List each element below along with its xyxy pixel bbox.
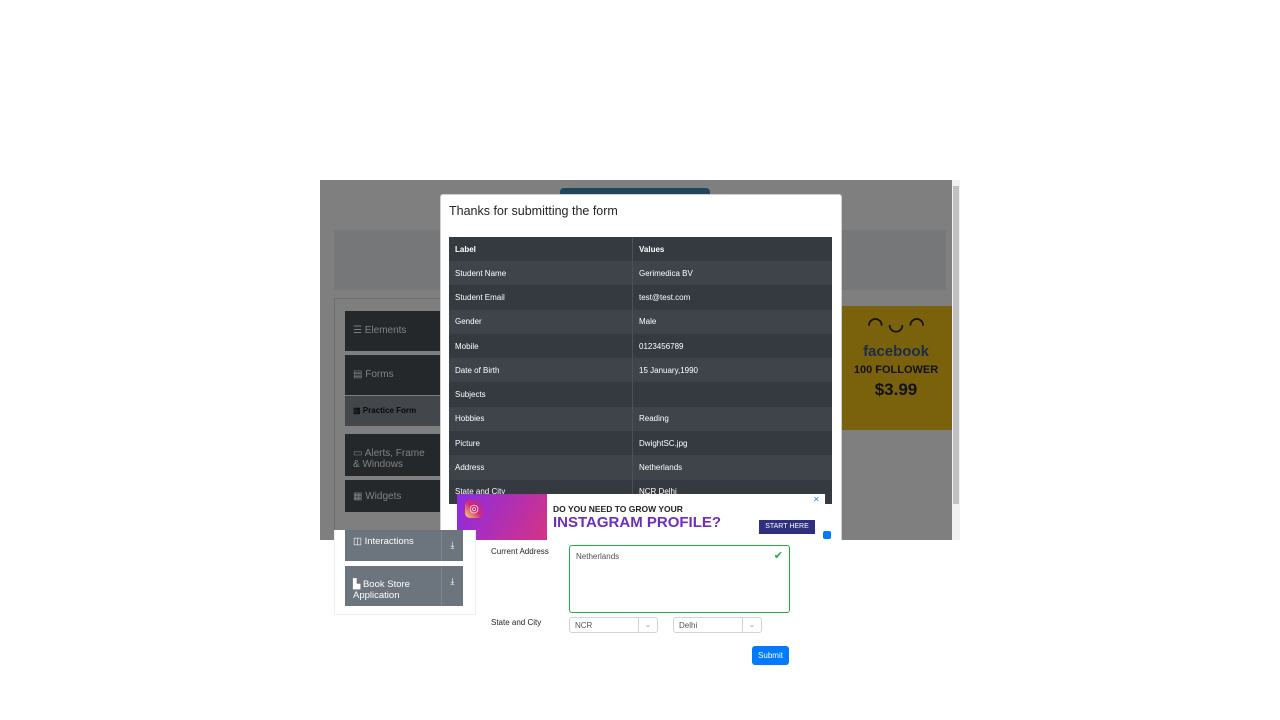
chevron-down-icon[interactable]: ⌄ (638, 618, 657, 632)
state-city-label: State and City (491, 618, 542, 627)
ad-close-icon[interactable]: ✕ (813, 495, 820, 504)
table-row: Student Email test@test.com (449, 285, 832, 310)
row-value: Reading (632, 406, 832, 432)
current-address-label: Current Address (491, 547, 549, 556)
sidebar-item-book-store[interactable]: ▙ Book Store Application ⤓ (345, 566, 463, 606)
submission-modal: Thanks for submitting the form Label Val… (440, 194, 842, 540)
table-row: Gender Male (449, 309, 832, 334)
row-label: Picture (455, 438, 480, 448)
row-label: Hobbies (455, 414, 485, 424)
row-label: Student Email (455, 292, 505, 302)
row-label: Subjects (455, 390, 486, 400)
row-label: Date of Birth (455, 365, 500, 375)
header-values: Values (632, 237, 832, 261)
ad-title: INSTAGRAM PROFILE? (553, 514, 722, 531)
chat-icon[interactable] (823, 531, 831, 539)
scrollbar-thumb[interactable] (953, 186, 959, 504)
row-value: Gerimedica BV (632, 261, 832, 286)
table-row: Picture DwightSC.jpg (449, 431, 832, 456)
table-header-row: Label Values (449, 237, 832, 261)
current-address-input[interactable]: Netherlands ✔ (569, 545, 790, 613)
row-value (632, 382, 832, 407)
chevron-down-icon[interactable]: ⤓ (441, 530, 463, 561)
row-value: 0123456789 (632, 333, 832, 359)
table-row: Mobile 0123456789 (449, 333, 832, 359)
chevron-down-icon[interactable]: ⌄ (742, 618, 761, 632)
results-table: Label Values Student Name Gerimedica BV St… (449, 237, 832, 504)
chevron-down-icon[interactable]: ⤓ (441, 566, 463, 606)
row-value: test@test.com (632, 285, 832, 310)
sidebar-item-interactions[interactable]: ◫ Interactions ⤓ (345, 530, 463, 561)
state-select[interactable]: NCR ⌄ (569, 617, 658, 633)
row-label: Gender (455, 317, 482, 327)
table-row: Hobbies Reading (449, 406, 832, 432)
table-row: Address Netherlands (449, 455, 832, 480)
row-value: Netherlands (632, 455, 832, 480)
city-select[interactable]: Delhi ⌄ (673, 617, 762, 633)
table-row: Date of Birth 15 January,1990 (449, 358, 832, 383)
row-label: Mobile (455, 341, 479, 351)
current-address-value: Netherlands (576, 552, 620, 561)
book-icon: ▙ (353, 579, 363, 590)
table-row: Subjects (449, 382, 832, 407)
interaction-icon: ◫ (353, 536, 365, 547)
browser-viewport: ☰ Elements ▤ Forms ▥ Practice Form ▭ Ale… (320, 180, 960, 540)
state-value: NCR (575, 621, 593, 630)
ad-headline: DO YOU NEED TO GROW YOUR (553, 504, 683, 514)
ad-start-button[interactable]: START HERE (759, 520, 815, 534)
modal-title: Thanks for submitting the form (449, 204, 618, 218)
row-label: Student Name (455, 268, 507, 278)
table-row: Student Name Gerimedica BV (449, 261, 832, 286)
header-label: Label (455, 244, 476, 254)
instagram-ad[interactable]: ◎ DO YOU NEED TO GROW YOUR INSTAGRAM PRO… (457, 494, 825, 540)
row-label: Address (455, 463, 485, 473)
valid-check-icon: ✔ (773, 550, 783, 562)
city-value: Delhi (679, 621, 698, 630)
submit-button[interactable]: Submit (752, 646, 789, 665)
instagram-icon: ◎ (465, 500, 483, 518)
scrollbar[interactable] (952, 180, 960, 540)
row-value: Male (632, 309, 832, 334)
row-value: DwightSC.jpg (632, 431, 832, 456)
row-value: 15 January,1990 (632, 358, 832, 383)
